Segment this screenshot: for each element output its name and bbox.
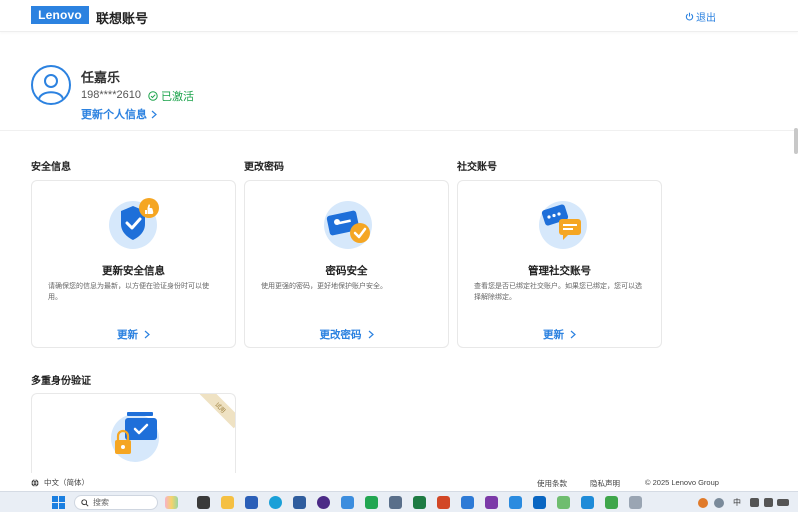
user-phone: 198****2610 (81, 89, 141, 101)
password-card: 密码安全 使用更强的密码，更好地保护账户安全。 更改密码 (244, 180, 449, 348)
os-taskbar: 搜索 中 (0, 491, 798, 512)
chevron-right-icon (368, 330, 374, 339)
globe-icon (31, 478, 39, 487)
windows-start-icon[interactable] (52, 496, 65, 509)
password-card-title: 密码安全 (325, 265, 368, 277)
cloud-icon[interactable] (714, 498, 724, 508)
check-circle-icon (148, 91, 158, 101)
chevron-right-icon (570, 330, 576, 339)
taskbar-search-placeholder: 搜索 (93, 498, 109, 507)
social-accounts-card: 管理社交账号 查看您是否已绑定社交账户。如果您已绑定，您可以选择解除绑定。 更新 (457, 180, 662, 348)
security-info-card: 更新安全信息 请确保您的信息为最新，以方便在验证身份时可以使用。 更新 (31, 180, 236, 348)
power-icon (685, 12, 694, 21)
file-explorer-icon[interactable] (221, 496, 234, 509)
wifi-icon[interactable] (750, 498, 759, 507)
mfa-section-heading: 多重身份验证 (31, 376, 91, 387)
assistant-icon[interactable] (629, 496, 642, 509)
social-update-label: 更新 (543, 329, 564, 341)
settings-icon[interactable] (389, 496, 402, 509)
teams-icon[interactable] (581, 496, 594, 509)
social-card-description: 查看您是否已绑定社交账户。如果您已绑定，您可以选择解除绑定。 (474, 283, 642, 301)
change-password-link[interactable]: 更改密码 (245, 327, 448, 342)
battery-icon[interactable] (777, 499, 789, 506)
app-icon[interactable] (317, 496, 330, 509)
chat-icon[interactable] (557, 496, 570, 509)
ime-indicator[interactable]: 中 (733, 497, 741, 508)
chat-bubbles-icon (533, 195, 589, 251)
chevron-right-icon (151, 110, 157, 118)
social-update-link[interactable]: 更新 (458, 327, 661, 342)
profile-section: 任嘉乐 198****2610 已激活 更新个人信息 (0, 33, 798, 131)
security-update-link[interactable]: 更新 (32, 327, 235, 342)
outlook-icon[interactable] (293, 496, 306, 509)
screen-icon[interactable] (605, 496, 618, 509)
activation-status-label: 已激活 (161, 91, 194, 103)
security-card-description: 请确保您的信息为最新，以方便在验证身份时可以使用。 (48, 283, 209, 301)
language-selector[interactable]: 中文（简体） (31, 477, 89, 488)
terms-link[interactable]: 使用条款 (537, 478, 567, 489)
trial-ribbon: 试用 (199, 394, 235, 429)
copyright-text: © 2025 Lenovo Group (645, 478, 719, 487)
language-label: 中文（简体） (44, 478, 89, 487)
shield-icon (107, 195, 163, 251)
update-profile-label: 更新个人信息 (81, 109, 147, 121)
wechat-icon[interactable] (365, 496, 378, 509)
top-header: Lenovo 联想账号 退出 (0, 0, 798, 32)
social-section-heading: 社交账号 (457, 162, 497, 173)
key-icon (320, 195, 376, 251)
page-footer: 中文（简体） 使用条款 隐私声明 © 2025 Lenovo Group (0, 473, 798, 491)
avatar-icon (31, 65, 71, 105)
security-update-label: 更新 (117, 329, 138, 341)
chevron-right-icon (144, 330, 150, 339)
password-card-description: 使用更强的密码，更好地保护账户安全。 (261, 283, 387, 290)
tray-app-icon[interactable] (698, 498, 708, 508)
powerpoint-icon[interactable] (437, 496, 450, 509)
edge-icon[interactable] (269, 496, 282, 509)
lenovo-app-icon[interactable] (533, 496, 546, 509)
privacy-link[interactable]: 隐私声明 (590, 478, 620, 489)
store-icon[interactable] (341, 496, 354, 509)
security-card-title: 更新安全信息 (102, 265, 165, 277)
task-view-icon[interactable] (197, 496, 210, 509)
security-section-heading: 安全信息 (31, 162, 71, 173)
excel-icon[interactable] (413, 496, 426, 509)
widget-icon[interactable] (165, 496, 178, 509)
change-password-label: 更改密码 (319, 329, 362, 341)
lenovo-logo[interactable]: Lenovo (31, 6, 89, 24)
onenote-icon[interactable] (485, 496, 498, 509)
page-brand-title: 联想账号 (96, 11, 149, 26)
lock-icon (107, 406, 163, 462)
user-name: 任嘉乐 (81, 70, 121, 85)
logout-label: 退出 (696, 13, 716, 24)
taskbar-search[interactable]: 搜索 (74, 495, 158, 510)
mail-icon[interactable] (509, 496, 522, 509)
activation-status: 已激活 (148, 88, 194, 104)
photos-icon[interactable] (461, 496, 474, 509)
mfa-card: 试用 (31, 393, 236, 473)
password-section-heading: 更改密码 (244, 162, 284, 173)
search-icon (81, 498, 89, 507)
logout-button[interactable]: 退出 (685, 9, 716, 24)
social-card-title: 管理社交账号 (528, 265, 591, 277)
page-scrollbar[interactable] (794, 128, 798, 154)
update-profile-link[interactable]: 更新个人信息 (81, 106, 157, 122)
volume-icon[interactable] (764, 498, 773, 507)
word-icon[interactable] (245, 496, 258, 509)
